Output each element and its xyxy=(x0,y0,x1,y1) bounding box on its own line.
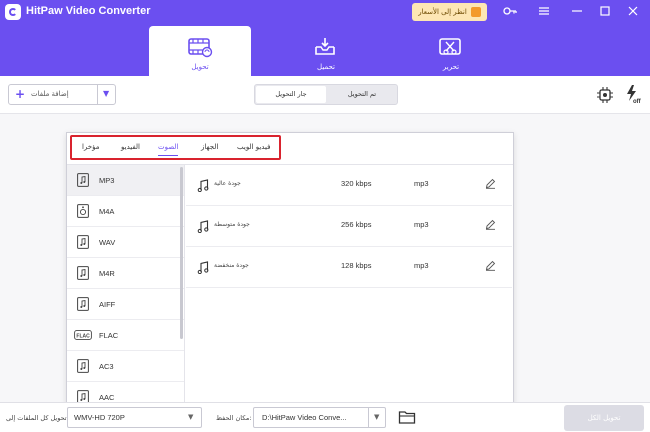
quality-row-medium[interactable]: جودة متوسطة 256 kbps mp3 xyxy=(186,206,512,247)
add-files-button[interactable]: + إضافة ملفات ▼ xyxy=(8,84,116,105)
divider xyxy=(368,408,369,427)
quality-name: جودة عالية xyxy=(214,180,241,187)
format-item-mp3[interactable]: MP3 xyxy=(67,165,184,196)
chevron-down-icon[interactable]: ▼ xyxy=(103,89,109,98)
format-list-scrollbar[interactable] xyxy=(180,167,183,339)
quality-bitrate: 128 kbps xyxy=(341,261,372,270)
convert-all-to-label: تحويل كل الملفات إلى: xyxy=(6,414,69,422)
quality-name: جودة متوسطة xyxy=(214,221,250,228)
format-name: M4A xyxy=(99,207,115,216)
film-convert-icon xyxy=(188,38,213,58)
format-name: MP3 xyxy=(99,176,115,185)
quality-list: جودة عالية 320 kbps mp3 جودة متوسطة 256 … xyxy=(186,165,512,288)
format-item-flac[interactable]: FLAC FLAC xyxy=(67,320,184,351)
key-icon[interactable] xyxy=(503,4,517,18)
category-web-video[interactable]: فيديو الويب xyxy=(237,143,270,151)
edit-pencil-icon[interactable] xyxy=(485,260,496,271)
folder-icon[interactable] xyxy=(398,409,416,425)
music-file-icon xyxy=(77,235,89,249)
tab-edit-label: تحرير xyxy=(442,63,460,71)
category-recent[interactable]: مؤخرا xyxy=(82,143,100,151)
music-note-icon xyxy=(197,220,209,233)
convert-all-button[interactable]: تحويل الكل xyxy=(564,405,644,431)
format-category-tabs: مؤخرا الفيديو الصوت الجهاز فيديو الويب xyxy=(67,133,513,165)
flac-badge-icon: FLAC xyxy=(74,330,92,340)
minimize-icon[interactable] xyxy=(570,4,584,18)
edit-cut-icon xyxy=(439,38,461,55)
tab-converting[interactable]: جار التحويل xyxy=(256,86,326,103)
category-device[interactable]: الجهاز xyxy=(201,143,218,151)
title-bar: HitPaw Video Converter انظر إلى الأسعار xyxy=(0,0,650,24)
tab-download[interactable]: تحميل xyxy=(275,26,377,76)
download-tray-icon xyxy=(315,38,335,55)
edit-pencil-icon[interactable] xyxy=(485,178,496,189)
add-files-label: إضافة ملفات xyxy=(31,90,69,98)
bottom-bar: تحويل كل الملفات إلى: WMV-HD 720P ▼ مكان… xyxy=(0,402,650,432)
chevron-down-icon: ▼ xyxy=(188,413,194,421)
divider xyxy=(97,85,98,104)
tag-icon xyxy=(470,7,481,17)
pricing-button[interactable]: انظر إلى الأسعار xyxy=(412,3,487,21)
menu-icon[interactable] xyxy=(537,4,551,18)
output-path-value: D:\HitPaw Video Conve... xyxy=(262,413,347,422)
category-audio[interactable]: الصوت xyxy=(158,143,179,156)
quality-name: جودة منخفضة xyxy=(214,262,249,269)
music-file-icon xyxy=(77,173,89,187)
toolbar: + إضافة ملفات ▼ جار التحويل تم التحويل o… xyxy=(0,76,650,114)
format-name: WAV xyxy=(99,238,116,247)
format-name: AIFF xyxy=(99,300,116,309)
format-item-m4a[interactable]: M4A xyxy=(67,196,184,227)
format-name: M4R xyxy=(99,269,115,278)
quality-row-high[interactable]: جودة عالية 320 kbps mp3 xyxy=(186,165,512,206)
format-name: AC3 xyxy=(99,362,114,371)
music-note-icon xyxy=(197,261,209,274)
svg-text:FLAC: FLAC xyxy=(76,333,90,339)
plus-icon: + xyxy=(15,87,26,101)
app-logo-icon xyxy=(5,4,21,20)
quality-bitrate: 256 kbps xyxy=(341,220,372,229)
output-format-value: WMV-HD 720P xyxy=(74,413,125,422)
edit-pencil-icon[interactable] xyxy=(485,219,496,230)
music-file-icon xyxy=(77,359,89,373)
save-to-label: مكان الحفظ: xyxy=(216,414,252,422)
format-panel: مؤخرا الفيديو الصوت الجهاز فيديو الويب M… xyxy=(66,132,514,406)
tab-download-label: تحميل xyxy=(317,63,335,71)
format-name: AAC xyxy=(99,393,115,402)
format-name: FLAC xyxy=(99,331,119,340)
maximize-icon[interactable] xyxy=(598,4,612,18)
output-path-select[interactable]: D:\HitPaw Video Conve... ▼ xyxy=(253,407,386,428)
main-tabs-bar: تحويل تحميل تحرير xyxy=(0,24,650,76)
svg-text:off: off xyxy=(633,99,642,104)
category-video[interactable]: الفيديو xyxy=(121,143,140,151)
tab-converted[interactable]: تم التحويل xyxy=(327,86,397,103)
quality-format: mp3 xyxy=(414,220,429,229)
format-item-m4r[interactable]: M4R xyxy=(67,258,184,289)
format-item-aiff[interactable]: AIFF xyxy=(67,289,184,320)
pricing-label: انظر إلى الأسعار xyxy=(418,8,467,16)
music-file-icon xyxy=(77,297,89,311)
app-title: HitPaw Video Converter xyxy=(26,5,151,17)
music-note-icon xyxy=(197,179,209,192)
output-format-select[interactable]: WMV-HD 720P ▼ xyxy=(67,407,202,428)
conversion-status-toggle: جار التحويل تم التحويل xyxy=(254,84,398,105)
chevron-down-icon[interactable]: ▼ xyxy=(374,413,379,421)
format-list: MP3 M4A WAV M4R AIFF FLAC FLAC AC3 AAC xyxy=(67,165,185,405)
format-item-ac3[interactable]: AC3 xyxy=(67,351,184,382)
music-file-icon xyxy=(77,266,89,280)
quality-row-low[interactable]: جودة منخفضة 128 kbps mp3 xyxy=(186,247,512,288)
quality-format: mp3 xyxy=(414,261,429,270)
format-item-wav[interactable]: WAV xyxy=(67,227,184,258)
quality-bitrate: 320 kbps xyxy=(341,179,372,188)
lightning-off-icon[interactable]: off xyxy=(624,84,644,104)
tab-convert[interactable]: تحويل xyxy=(149,26,251,76)
hardware-acceleration-icon[interactable] xyxy=(596,86,614,104)
tab-edit[interactable]: تحرير xyxy=(400,26,502,76)
speaker-file-icon xyxy=(77,204,89,218)
quality-format: mp3 xyxy=(414,179,429,188)
tab-convert-label: تحويل xyxy=(191,63,209,71)
close-icon[interactable] xyxy=(626,4,640,18)
